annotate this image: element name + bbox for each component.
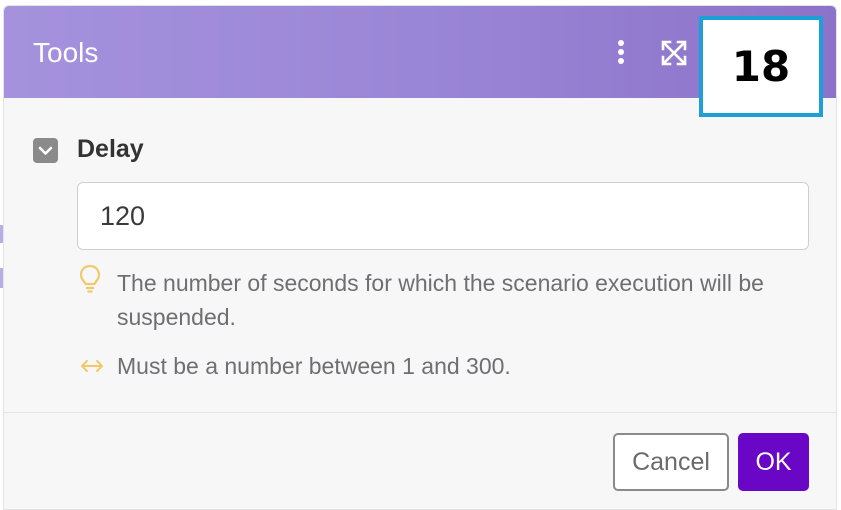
expand-arrows-icon[interactable] xyxy=(660,39,688,67)
horizontal-arrows-icon xyxy=(79,358,105,374)
footer-divider xyxy=(4,412,836,413)
vertical-dots-icon[interactable] xyxy=(610,38,632,66)
step-badge: 18 xyxy=(699,16,823,117)
delay-range-hint: Must be a number between 1 and 300. xyxy=(117,353,511,379)
dialog-title: Tools xyxy=(33,37,99,68)
delay-label: Delay xyxy=(77,135,144,163)
delay-input[interactable] xyxy=(77,182,809,250)
delay-hint: The number of seconds for which the scen… xyxy=(117,270,764,330)
lightbulb-icon xyxy=(79,264,101,294)
chevron-down-icon[interactable] xyxy=(33,138,58,163)
cancel-button[interactable]: Cancel xyxy=(613,433,729,491)
ok-button[interactable]: OK xyxy=(738,433,809,491)
